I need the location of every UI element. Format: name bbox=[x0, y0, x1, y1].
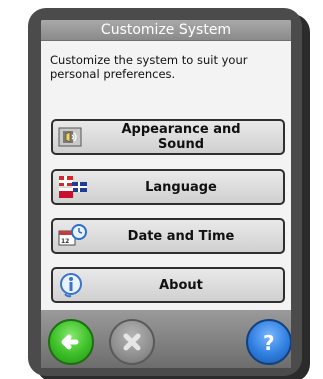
flags-icon bbox=[59, 176, 87, 198]
back-button[interactable] bbox=[48, 319, 94, 365]
device-frame: Customize System Customize the system to… bbox=[28, 8, 302, 376]
screen: Customize System Customize the system to… bbox=[41, 20, 291, 368]
info-icon bbox=[60, 273, 82, 298]
title-bar: Customize System bbox=[41, 20, 291, 41]
calendar-clock-icon: 12 bbox=[58, 224, 87, 246]
speaker-icon bbox=[58, 127, 82, 147]
menu-item-label: Date and Time bbox=[127, 228, 235, 244]
menu-item-language[interactable]: Language bbox=[51, 169, 285, 205]
menu-item-date-time[interactable]: 12 Date and Time bbox=[51, 218, 285, 254]
svg-text:12: 12 bbox=[61, 238, 69, 245]
bottom-toolbar: ? bbox=[41, 310, 291, 368]
svg-text:?: ? bbox=[263, 331, 275, 355]
close-icon bbox=[123, 333, 141, 351]
menu-item-label: About bbox=[159, 277, 203, 293]
cancel-button[interactable] bbox=[109, 319, 155, 365]
menu-item-label: Language bbox=[145, 179, 217, 195]
description-text: Customize the system to suit your person… bbox=[50, 53, 248, 81]
menu-item-label: Appearance and Sound bbox=[121, 122, 241, 152]
help-icon: ? bbox=[263, 331, 275, 355]
help-button[interactable]: ? bbox=[246, 319, 291, 365]
back-arrow-icon bbox=[61, 334, 79, 350]
menu-item-appearance-sound[interactable]: Appearance and Sound bbox=[51, 119, 285, 155]
menu-item-about[interactable]: About bbox=[51, 267, 285, 303]
